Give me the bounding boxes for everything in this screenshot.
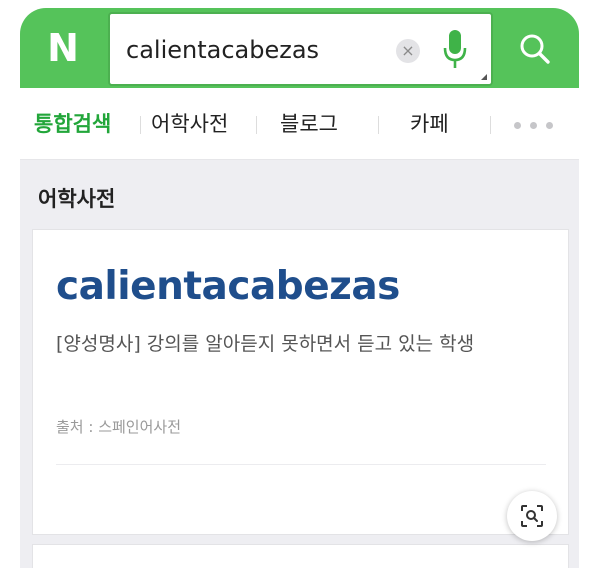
- search-icon: [520, 34, 550, 64]
- logo-letter: N: [47, 26, 79, 70]
- more-icon[interactable]: [514, 122, 553, 129]
- clear-icon[interactable]: ×: [396, 39, 420, 63]
- dictionary-result-card: calientacabezas [양성명사] 강의를 알아듣지 못하면서 듣고 …: [32, 229, 569, 535]
- tab-bar: 통합검색 어학사전 블로그 카페: [20, 88, 579, 160]
- clear-glyph: ×: [401, 41, 415, 60]
- tab-dictionary[interactable]: 어학사전: [151, 110, 228, 138]
- search-header: N ×: [20, 8, 579, 88]
- tab-divider: [256, 116, 257, 134]
- app-frame: N × 통합검색 어학사전 블로그 카페: [20, 8, 579, 568]
- dictionary-source: 출처 : 스페인어사전: [56, 418, 181, 436]
- search-button[interactable]: [496, 14, 574, 84]
- section-title: 어학사전: [38, 187, 116, 211]
- microphone-icon[interactable]: [442, 28, 468, 72]
- tab-blog[interactable]: 블로그: [280, 110, 338, 138]
- search-input[interactable]: [126, 30, 376, 70]
- tab-divider: [490, 116, 491, 134]
- card-divider: [56, 464, 546, 465]
- tab-divider: [140, 116, 141, 134]
- tab-integrated-search[interactable]: 통합검색: [34, 110, 111, 138]
- tab-divider: [378, 116, 379, 134]
- lens-search-icon: [521, 505, 543, 527]
- lens-search-button[interactable]: [507, 491, 557, 541]
- naver-logo[interactable]: N: [34, 22, 92, 74]
- dictionary-headword[interactable]: calientacabezas: [56, 262, 400, 312]
- tab-cafe[interactable]: 카페: [410, 110, 449, 138]
- dictionary-definition: [양성명사] 강의를 알아듣지 못하면서 듣고 있는 학생: [56, 333, 475, 355]
- next-result-card: [32, 544, 569, 568]
- search-field[interactable]: ×: [108, 12, 493, 86]
- corner-marker: [481, 74, 487, 80]
